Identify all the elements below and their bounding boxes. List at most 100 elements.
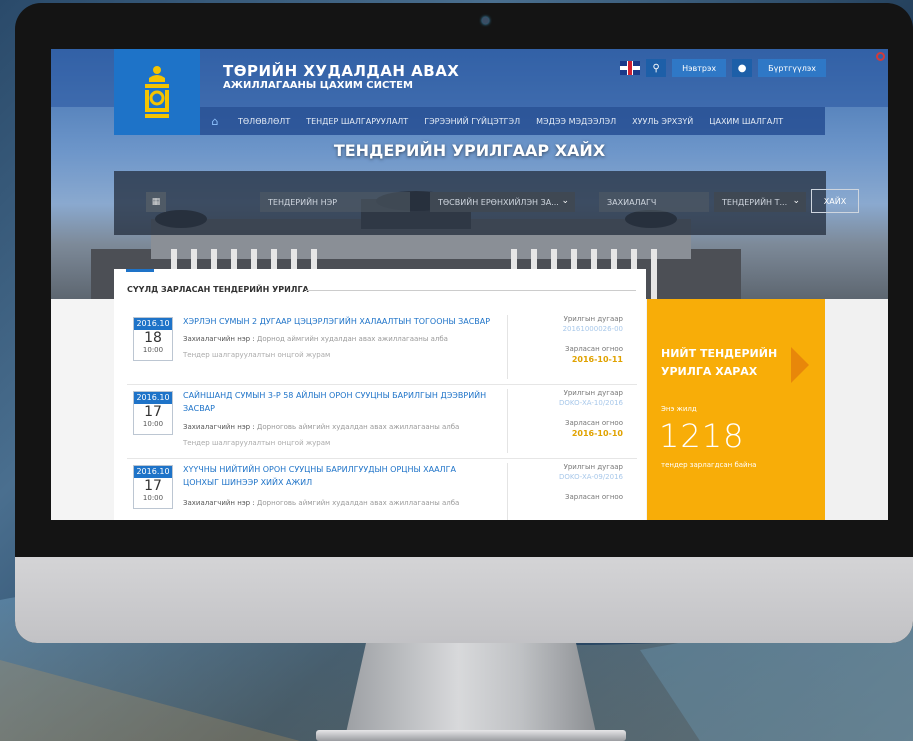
tender-type-select-value: ТЕНДЕРИЙН Т... bbox=[722, 197, 788, 207]
nav-item-tender-selection[interactable]: ТЕНДЕР ШАЛГАРУУЛАЛТ bbox=[298, 117, 416, 126]
monitor-base bbox=[316, 730, 626, 741]
browser-screen: ТӨРИЙН ХУДАЛДАН АВАХ АЖИЛЛАГААНЫ ЦАХИМ С… bbox=[51, 49, 888, 520]
site-title-line1: ТӨРИЙН ХУДАЛДАН АВАХ bbox=[223, 62, 460, 80]
chevron-down-icon: ⌄ bbox=[792, 196, 800, 206]
date-year-month: 2016.10 bbox=[134, 392, 172, 404]
date-badge: 2016.10 17 10:00 bbox=[133, 391, 173, 435]
date-badge: 2016.10 17 10:00 bbox=[133, 465, 173, 509]
date-label-text: Зарласан огноо bbox=[564, 419, 623, 427]
invite-label: Урилгын дугаар bbox=[564, 463, 623, 471]
tender-title-link[interactable]: ХҮҮЧНЫ НИЙТИЙН ОРОН СУУЦНЫ БАРИЛГУУДЫН О… bbox=[183, 463, 493, 489]
invite-number: 20161000026-00 bbox=[563, 325, 623, 333]
announce-date: 2016-10-11 bbox=[572, 355, 623, 364]
date-label: Зарласан огноо bbox=[565, 419, 623, 427]
divider bbox=[507, 315, 508, 379]
tender-title-link[interactable]: САЙНШАНД СУМЫН 3-Р 58 АЙЛЫН ОРОН СУУЦНЫ … bbox=[183, 389, 493, 415]
total-tenders-title-line2: УРИЛГА ХАРАХ bbox=[661, 365, 758, 378]
search-button[interactable]: ХАЙХ bbox=[811, 189, 859, 213]
logo[interactable] bbox=[114, 49, 200, 135]
date-day: 18 bbox=[144, 330, 162, 346]
total-tenders-panel[interactable]: НИЙТ ТЕНДЕРИЙН УРИЛГА ХАРАХ Энэ жилд 121… bbox=[647, 299, 825, 520]
tender-type-select[interactable]: ТЕНДЕРИЙН Т... ⌄ bbox=[714, 192, 806, 212]
list-item[interactable]: 2016.10 17 10:00 ХҮҮЧНЫ НИЙТИЙН ОРОН СУУ… bbox=[127, 459, 637, 520]
date-day: 17 bbox=[144, 478, 162, 494]
nav-item-law[interactable]: ХУУЛЬ ЭРХЗҮЙ bbox=[624, 117, 701, 126]
divider bbox=[507, 389, 508, 453]
customer-value: Дорноговь аймгийн худалдан авах ажиллага… bbox=[256, 423, 460, 431]
login-button[interactable]: Нэвтрэх bbox=[672, 59, 727, 77]
date-label: Зарласан огноо bbox=[565, 493, 623, 501]
date-day: 17 bbox=[144, 404, 162, 420]
budget-owner-select-value: ТӨСВИЙН ЕРӨНХИЙЛЭН ЗА... bbox=[438, 197, 559, 207]
customer-label: Захиалагчийн нэр : bbox=[183, 335, 255, 343]
date-time: 10:00 bbox=[142, 420, 164, 428]
announce-date-text: 2016-10-11 bbox=[571, 355, 623, 364]
announce-date-text: 2016-10-10 bbox=[571, 429, 623, 438]
customer-label: Захиалагчийн нэр : bbox=[183, 423, 255, 431]
budget-owner-select[interactable]: ТӨСВИЙН ЕРӨНХИЙЛЭН ЗА... ⌄ bbox=[430, 192, 575, 212]
uk-flag-icon[interactable] bbox=[620, 61, 641, 75]
customer-label: Захиалагчийн нэр : bbox=[183, 499, 255, 507]
total-tenders-title: НИЙТ ТЕНДЕРИЙН УРИЛГА ХАРАХ bbox=[661, 345, 777, 381]
invite-number: DOKO-XA-09/2016 bbox=[559, 473, 623, 481]
invite-label: Урилгын дугаар bbox=[564, 389, 623, 397]
invite-number-text: 20161000026-00 bbox=[562, 325, 623, 333]
tender-title-link[interactable]: ХЭРЛЭН СУМЫН 2 ДУГААР ЦЭЦЭРЛЭГИЙН ХАЛААЛ… bbox=[183, 315, 493, 328]
user-icon[interactable]: ● bbox=[732, 59, 753, 77]
date-label-text: Зарласан огноо bbox=[564, 345, 623, 353]
camera-icon bbox=[482, 17, 489, 24]
customer-value: Дорноговь аймгийн худалдан авах ажиллага… bbox=[256, 499, 460, 507]
calendar-icon[interactable]: ▦ bbox=[146, 192, 166, 212]
nav-item-contract-performance[interactable]: ГЭРЭЭНИЙ ГҮЙЦЭТГЭЛ bbox=[416, 117, 528, 126]
nav-item-e-exam[interactable]: ЦАХИМ ШАЛГАЛТ bbox=[701, 117, 791, 126]
year-label: Энэ жилд bbox=[661, 405, 697, 413]
customer-input[interactable]: ЗАХИАЛАГЧ bbox=[599, 192, 709, 212]
monitor-chin bbox=[15, 557, 913, 643]
main-nav: ⌂ ТӨЛӨВЛӨЛТ ТЕНДЕР ШАЛГАРУУЛАЛТ ГЭРЭЭНИЙ… bbox=[200, 107, 825, 135]
site-title-line2: АЖИЛЛАГААНЫ ЦАХИМ СИСТЕМ bbox=[223, 80, 413, 91]
invite-label-text: Урилгын дугаар bbox=[563, 463, 623, 471]
site-title: ТӨРИЙН ХУДАЛДАН АВАХ АЖИЛЛАГААНЫ ЦАХИМ С… bbox=[223, 63, 459, 92]
invite-number-text: DOKO-XA-10/2016 bbox=[558, 399, 623, 407]
invite-number-text: DOKO-XA-09/2016 bbox=[558, 473, 623, 481]
arrow-right-icon[interactable] bbox=[791, 347, 809, 383]
date-time: 10:00 bbox=[142, 494, 164, 502]
divider bbox=[507, 463, 508, 520]
search-icon[interactable]: ⚲ bbox=[646, 59, 667, 77]
invite-label-text: Урилгын дугаар bbox=[563, 315, 623, 323]
tender-customer: Захиалагчийн нэр : Дорноговь аймгийн худ… bbox=[183, 423, 459, 431]
invite-number: DOKO-XA-10/2016 bbox=[559, 399, 623, 407]
tender-method: Тендер шалгаруулалтын онцгой журам bbox=[183, 439, 331, 447]
section-title: СҮҮЛД ЗАРЛАСАН ТЕНДЕРИЙН УРИЛГА bbox=[127, 285, 309, 294]
date-time: 10:00 bbox=[142, 346, 164, 354]
section-divider bbox=[306, 290, 636, 291]
section-tab-marker bbox=[126, 269, 154, 272]
tender-count-note: тендер зарлагдсан байна bbox=[661, 461, 757, 469]
tender-customer: Захиалагчийн нэр : Дорнод аймгийн худалд… bbox=[183, 335, 448, 343]
date-label: Зарласан огноо bbox=[565, 345, 623, 353]
tender-search-bar: ▦ ТЕНДЕРИЙН НЭР ТӨСВИЙН ЕРӨНХИЙЛЭН ЗА...… bbox=[114, 171, 859, 235]
announce-date: 2016-10-10 bbox=[572, 429, 623, 438]
date-year-month: 2016.10 bbox=[134, 466, 172, 478]
date-year-month: 2016.10 bbox=[134, 318, 172, 330]
nav-item-planning[interactable]: ТӨЛӨВЛӨЛТ bbox=[230, 117, 298, 126]
tender-customer: Захиалагчийн нэр : Дорноговь аймгийн худ… bbox=[183, 499, 459, 507]
home-icon[interactable]: ⌂ bbox=[200, 115, 230, 128]
tender-name-input[interactable]: ТЕНДЕРИЙН НЭР bbox=[260, 192, 410, 212]
date-badge: 2016.10 18 10:00 bbox=[133, 317, 173, 361]
chevron-down-icon: ⌄ bbox=[561, 196, 569, 206]
invite-label-text: Урилгын дугаар bbox=[563, 389, 623, 397]
side-blank bbox=[825, 299, 888, 520]
customer-value: Дорнод аймгийн худалдан авах ажиллагааны… bbox=[256, 335, 448, 343]
list-item[interactable]: 2016.10 17 10:00 САЙНШАНД СУМЫН 3-Р 58 А… bbox=[127, 385, 637, 459]
nav-item-news[interactable]: МЭДЭЭ МЭДЭЭЛЭЛ bbox=[528, 117, 624, 126]
total-tenders-title-line1: НИЙТ ТЕНДЕРИЙН bbox=[661, 347, 778, 360]
close-icon[interactable] bbox=[876, 52, 885, 61]
register-button[interactable]: Бүртгүүлэх bbox=[758, 59, 826, 77]
hero-title: ТЕНДЕРИЙН УРИЛГААР ХАЙХ bbox=[333, 141, 606, 160]
tender-method: Тендер шалгаруулалтын онцгой журам bbox=[183, 351, 331, 359]
top-controls: ⚲ Нэвтрэх ● Бүртгүүлэх bbox=[620, 59, 826, 77]
invite-label: Урилгын дугаар bbox=[564, 315, 623, 323]
monitor-stand bbox=[346, 643, 596, 733]
list-item[interactable]: 2016.10 18 10:00 ХЭРЛЭН СУМЫН 2 ДУГААР Ц… bbox=[127, 311, 637, 385]
